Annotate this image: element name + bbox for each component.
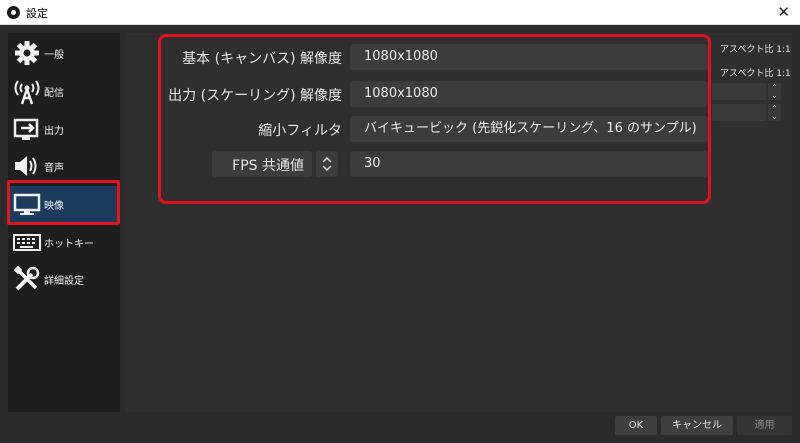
broadcast-icon: [14, 80, 40, 105]
sidebar-item-label: 配信: [44, 88, 64, 99]
window-title: 設定: [26, 7, 48, 20]
sidebar-item-label: ホットキー: [44, 239, 94, 250]
sidebar-item-label: 出力: [44, 126, 64, 137]
gear-icon: [15, 41, 39, 65]
speaker-icon: [15, 156, 37, 176]
output-icon: [13, 118, 39, 140]
close-icon[interactable]: ✕: [777, 2, 790, 22]
obs-logo-icon: [7, 6, 20, 19]
sidebar-item-audio[interactable]: 音声: [8, 148, 120, 184]
aspect-ratio-label: アスペクト比 1:1: [720, 45, 791, 55]
right-combo-field[interactable]: [712, 104, 766, 121]
sidebar-item-output[interactable]: 出力: [8, 111, 120, 147]
sidebar-item-label: 一般: [44, 50, 64, 61]
tools-icon: [13, 265, 40, 291]
sidebar-item-hotkeys[interactable]: ホットキー: [8, 224, 120, 260]
sidebar-item-general[interactable]: 一般: [8, 35, 120, 71]
right-combo-field[interactable]: [712, 83, 766, 100]
cancel-button[interactable]: キャンセル: [661, 416, 733, 435]
sidebar-item-advanced[interactable]: 詳細設定: [8, 261, 120, 297]
sidebar-item-label: 音声: [44, 163, 64, 174]
video-settings-highlight: [158, 34, 711, 204]
aspect-ratio-label: アスペクト比 1:1: [720, 69, 791, 79]
title-bar: 設定 ✕: [0, 0, 800, 25]
apply-button[interactable]: 適用: [737, 416, 792, 435]
sidebar-item-stream[interactable]: 配信: [8, 73, 120, 109]
keyboard-icon: [13, 234, 41, 251]
ok-button[interactable]: OK: [615, 416, 657, 435]
sidebar-selection-highlight: [7, 180, 120, 225]
spin-arrows-icon[interactable]: ⌃ ⌄: [768, 104, 781, 121]
sidebar-item-label: 詳細設定: [44, 276, 84, 287]
spin-arrows-icon[interactable]: ⌃ ⌄: [768, 83, 781, 100]
